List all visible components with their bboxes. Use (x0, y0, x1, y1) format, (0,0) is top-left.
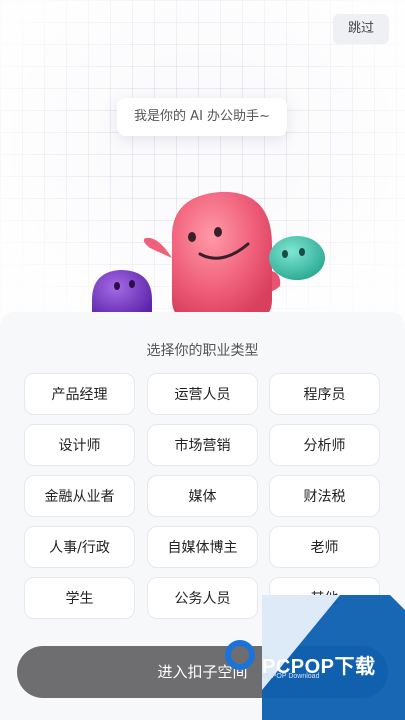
career-option[interactable]: 运营人员 (147, 373, 258, 415)
skip-button[interactable]: 跳过 (333, 14, 389, 44)
career-option[interactable]: 产品经理 (24, 373, 135, 415)
career-option[interactable]: 学生 (24, 577, 135, 619)
career-option[interactable]: 程序员 (269, 373, 380, 415)
career-option[interactable]: 财法税 (269, 475, 380, 517)
career-option[interactable]: 分析师 (269, 424, 380, 466)
teal-mascot (269, 236, 325, 280)
career-option[interactable]: 媒体 (147, 475, 258, 517)
watermark-subtext: PCPOP Download (262, 673, 320, 680)
career-option[interactable]: 人事/行政 (24, 526, 135, 568)
career-option[interactable]: 公务人员 (147, 577, 258, 619)
career-selection-title: 选择你的职业类型 (146, 343, 259, 359)
pink-mascot (143, 191, 281, 318)
mascot-illustration (92, 191, 325, 320)
career-option[interactable]: 其他 (269, 577, 380, 619)
assistant-speech-bubble: 我是你的 AI 办公助手~ (117, 98, 287, 136)
career-option[interactable]: 金融从业者 (24, 475, 135, 517)
career-option[interactable]: 设计师 (24, 424, 135, 466)
career-option[interactable]: 市场营销 (147, 424, 258, 466)
career-option[interactable]: 自媒体博主 (147, 526, 258, 568)
career-option[interactable]: 老师 (269, 526, 380, 568)
